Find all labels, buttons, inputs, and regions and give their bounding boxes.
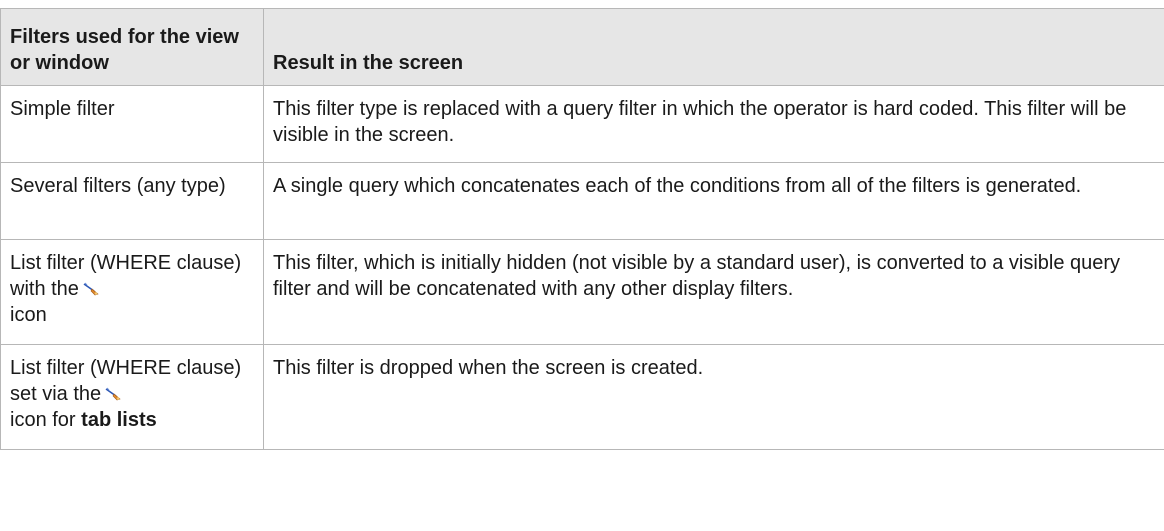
filter-wand-icon	[105, 387, 121, 401]
filter-text: List filter (WHERE clause) set via the	[10, 357, 242, 405]
filter-text: List filter (WHERE clause) with the	[10, 252, 242, 300]
table-header-row: Filters used for the view or window Resu…	[0, 8, 1164, 86]
result-cell: A single query which concatenates each o…	[263, 162, 1164, 240]
filter-cell: Simple filter	[0, 85, 264, 163]
filter-cell: Several filters (any type)	[0, 162, 264, 240]
filter-text-middle: icon for	[10, 409, 76, 431]
result-cell: This filter is dropped when the screen i…	[263, 344, 1164, 450]
column-header-result: Result in the screen	[263, 8, 1164, 86]
filter-cell: List filter (WHERE clause) set via the ic…	[0, 344, 264, 450]
table-row: Several filters (any type) A single quer…	[0, 162, 1164, 240]
column-header-filters: Filters used for the view or window	[0, 8, 264, 86]
result-cell: This filter type is replaced with a quer…	[263, 85, 1164, 163]
filter-text-bold: tab lists	[81, 409, 157, 431]
result-cell: This filter, which is initially hidden (…	[263, 239, 1164, 345]
filter-text-after-icon: icon	[10, 304, 47, 326]
table-row: Simple filter This filter type is replac…	[0, 85, 1164, 163]
table-row: List filter (WHERE clause) set via the ic…	[0, 344, 1164, 450]
filter-wand-icon	[83, 282, 99, 296]
filter-cell: List filter (WHERE clause) with the icon	[0, 239, 264, 345]
table-row: List filter (WHERE clause) with the icon …	[0, 239, 1164, 345]
filters-table: Filters used for the view or window Resu…	[0, 8, 1164, 450]
